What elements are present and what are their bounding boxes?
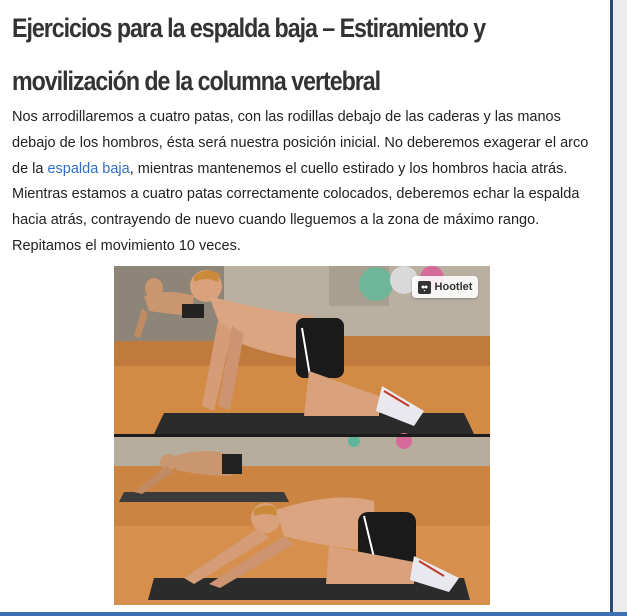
- hootlet-button[interactable]: Hootlet: [412, 276, 478, 298]
- article-title: Ejercicios para la espalda baja – Estira…: [12, 13, 486, 96]
- paragraph-2: Mientras estamos a cuatro patas correcta…: [12, 186, 580, 254]
- bottom-bar: [0, 612, 627, 616]
- exercise-photo: Hootlet: [114, 266, 490, 605]
- paragraph-1: Nos arrodillaremos a cuatro patas, con l…: [12, 104, 602, 182]
- article: Ejercicios para la espalda baja – Estira…: [12, 0, 602, 254]
- window-edge: [610, 0, 627, 612]
- espalda-baja-link[interactable]: espalda baja: [47, 161, 129, 177]
- hootlet-label: Hootlet: [434, 281, 473, 293]
- page-content: Ejercicios para la espalda baja – Estira…: [0, 0, 610, 612]
- exercise-photo-illustration: [114, 266, 490, 605]
- owl-icon-glyph: [421, 285, 428, 291]
- paragraph-1-text-end: , mientras mantenemos el cuello estirado…: [129, 161, 568, 177]
- owl-icon: [417, 280, 431, 294]
